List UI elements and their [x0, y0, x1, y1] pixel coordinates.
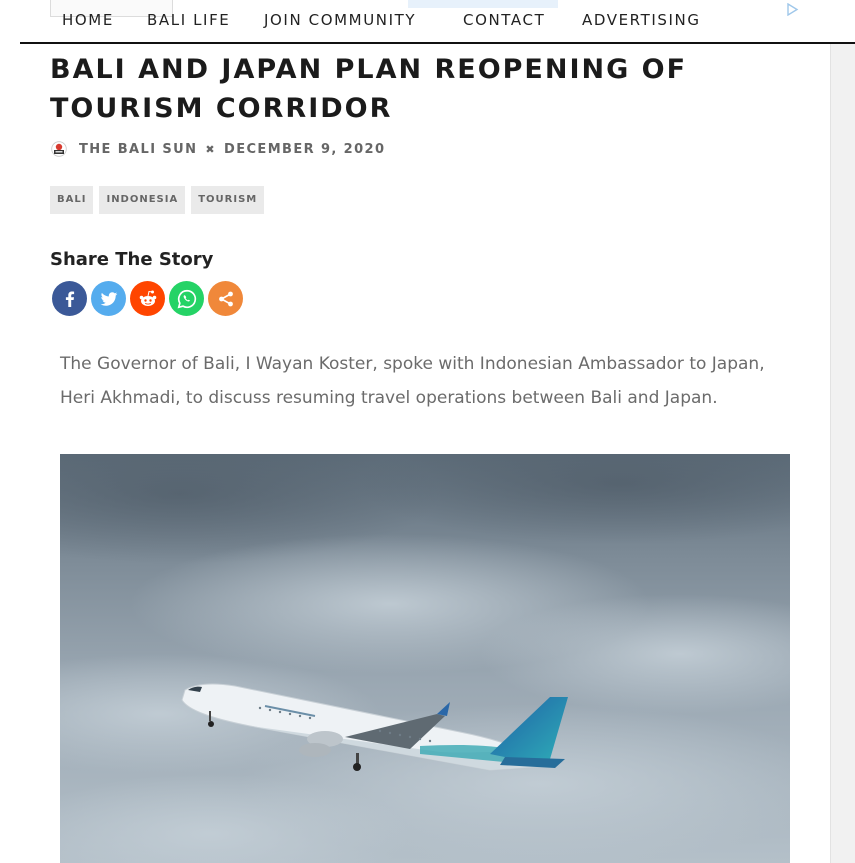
nav-item-advertising[interactable]: ADVERTISING	[582, 11, 701, 29]
main-navigation: HOME BALI LIFE JOIN COMMUNITY CONTACT AD…	[20, 0, 855, 44]
nav-item-contact[interactable]: CONTACT	[463, 11, 545, 29]
author-avatar-icon[interactable]	[51, 141, 67, 157]
facebook-icon	[65, 291, 74, 307]
nav-item-join-community[interactable]: JOIN COMMUNITY	[264, 11, 416, 29]
whatsapp-icon	[177, 289, 196, 308]
publish-date: DECEMBER 9, 2020	[224, 141, 386, 157]
share-heading: Share The Story	[50, 249, 214, 270]
tag-indonesia[interactable]: INDONESIA	[99, 186, 186, 214]
share-reddit-button[interactable]	[130, 281, 165, 316]
author-link[interactable]: THE BALI SUN	[79, 142, 197, 157]
meta-separator-icon: ✖	[205, 142, 216, 156]
article-photo	[60, 454, 790, 863]
article-lede: The Governor of Bali, I Wayan Koster, sp…	[60, 354, 765, 408]
tag-list: BALI INDONESIA TOURISM	[50, 186, 265, 214]
share-more-button[interactable]	[208, 281, 243, 316]
share-whatsapp-button[interactable]	[169, 281, 204, 316]
share-facebook-button[interactable]	[52, 281, 87, 316]
share-buttons	[52, 281, 243, 316]
article-title: BALI AND JAPAN PLAN REOPENING OF TOURISM…	[50, 54, 688, 124]
sidebar-gutter	[830, 44, 855, 863]
share-icon	[218, 291, 233, 306]
nav-item-home[interactable]: HOME	[62, 11, 114, 29]
article-meta: THE BALI SUN ✖ DECEMBER 9, 2020	[51, 140, 385, 158]
share-twitter-button[interactable]	[91, 281, 126, 316]
twitter-icon	[100, 291, 117, 306]
tag-bali[interactable]: BALI	[50, 186, 94, 214]
nav-item-bali-life[interactable]: BALI LIFE	[147, 11, 230, 29]
tag-tourism[interactable]: TOURISM	[191, 186, 265, 214]
reddit-icon	[139, 290, 156, 306]
